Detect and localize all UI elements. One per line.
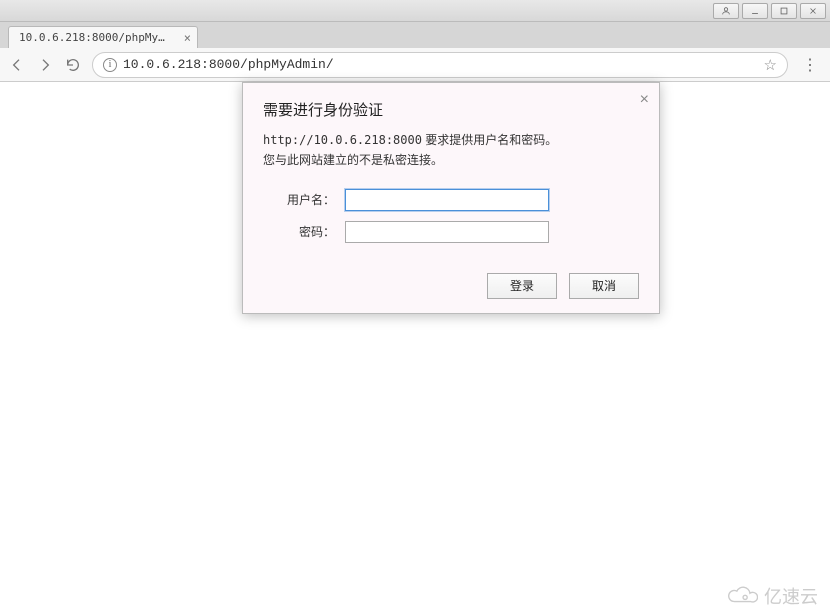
password-label: 密码： (263, 223, 345, 240)
dialog-actions: 登录 取消 (263, 273, 639, 299)
dialog-msg-line2: 您与此网站建立的不是私密连接。 (263, 153, 443, 167)
address-bar[interactable]: i ☆ (92, 52, 788, 78)
back-button[interactable] (8, 56, 26, 74)
tab-title: 10.0.6.218:8000/phpMyAdmin (19, 31, 191, 44)
watermark-text: 亿速云 (764, 583, 818, 609)
dialog-title: 需要进行身份验证 (263, 99, 639, 120)
window-titlebar (0, 0, 830, 22)
dialog-origin: http://10.0.6.218:8000 (263, 133, 422, 147)
reload-button[interactable] (64, 56, 82, 74)
username-label: 用户名： (263, 191, 345, 208)
login-button[interactable]: 登录 (487, 273, 557, 299)
user-button[interactable] (713, 3, 739, 19)
minimize-button[interactable] (742, 3, 768, 19)
dialog-message: http://10.0.6.218:8000 要求提供用户名和密码。 您与此网站… (263, 130, 639, 171)
maximize-button[interactable] (771, 3, 797, 19)
username-row: 用户名： (263, 189, 639, 211)
cloud-logo-icon (724, 585, 758, 607)
dialog-close-icon[interactable]: × (640, 91, 649, 109)
url-input[interactable] (123, 57, 758, 72)
browser-toolbar: i ☆ ⋮ (0, 48, 830, 82)
bookmark-star-icon[interactable]: ☆ (764, 56, 777, 74)
username-input[interactable] (345, 189, 549, 211)
site-info-icon[interactable]: i (103, 58, 117, 72)
tab-strip: 10.0.6.218:8000/phpMyAdmin × (0, 22, 830, 48)
tab-close-icon[interactable]: × (184, 31, 191, 45)
browser-tab[interactable]: 10.0.6.218:8000/phpMyAdmin × (8, 26, 198, 48)
dialog-msg-suffix: 要求提供用户名和密码。 (422, 133, 557, 147)
password-row: 密码： (263, 221, 639, 243)
auth-dialog: × 需要进行身份验证 http://10.0.6.218:8000 要求提供用户… (242, 82, 660, 314)
window-close-button[interactable] (800, 3, 826, 19)
browser-menu-icon[interactable]: ⋮ (798, 55, 822, 75)
watermark: 亿速云 (724, 583, 818, 609)
password-input[interactable] (345, 221, 549, 243)
cancel-button[interactable]: 取消 (569, 273, 639, 299)
forward-button[interactable] (36, 56, 54, 74)
